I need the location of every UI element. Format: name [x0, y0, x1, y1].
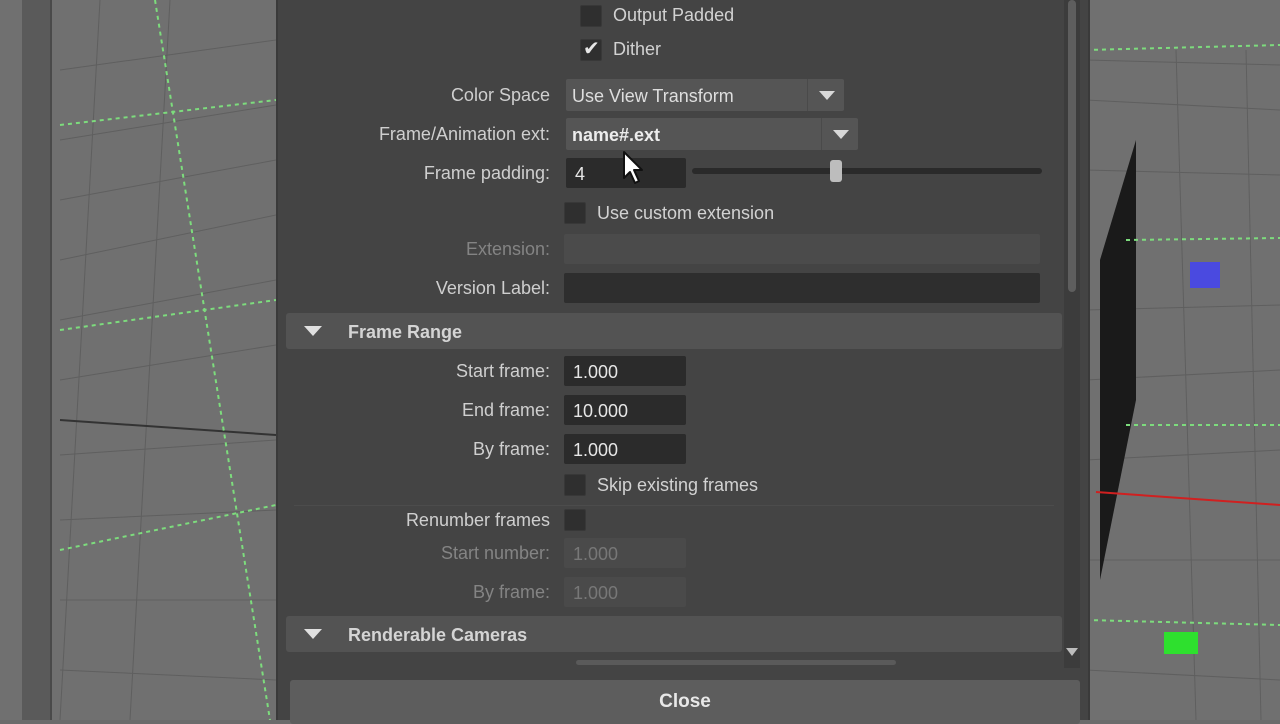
- dither-row: ✔ Dither: [286, 36, 1062, 72]
- scroll-down-icon[interactable]: [1066, 648, 1078, 656]
- start-frame-input[interactable]: 1.000: [564, 356, 686, 386]
- use-custom-extension-checkbox[interactable]: [564, 202, 586, 224]
- renumber-by-frame-label: By frame:: [472, 582, 550, 602]
- version-label-input[interactable]: [564, 273, 1040, 303]
- end-frame-label: End frame:: [461, 400, 550, 420]
- mouse-pointer-icon: [623, 151, 643, 184]
- output-padded-row: Output Padded: [286, 0, 1062, 36]
- viewport-grid-right: [1086, 44, 1280, 720]
- renumber-by-frame-input: 1.000: [564, 577, 686, 607]
- output-padded-checkbox[interactable]: [580, 5, 602, 27]
- end-frame-row: End frame: 10.000: [286, 392, 1062, 428]
- version-label-row: Version Label:: [286, 270, 1062, 306]
- start-number-row: Start number: 1.000: [286, 535, 1062, 571]
- dropdown-arrow-icon: [833, 130, 849, 139]
- vertical-scrollbar[interactable]: [1064, 0, 1080, 668]
- dialog-content: Output Padded ✔ Dither Color Space Use V…: [286, 0, 1062, 668]
- scrollbar-thumb[interactable]: [1068, 0, 1076, 292]
- renumber-frames-label: Renumber frames: [405, 510, 550, 530]
- start-number-label: Start number:: [440, 543, 550, 563]
- frame-animation-ext-dropdown[interactable]: name#.ext: [566, 118, 858, 150]
- frame-range-title: Frame Range: [348, 322, 463, 342]
- start-frame-label: Start frame:: [455, 361, 550, 381]
- render-settings-dialog: Output Padded ✔ Dither Color Space Use V…: [276, 0, 1090, 724]
- frame-padding-slider-handle[interactable]: [829, 160, 842, 182]
- frame-padding-label: Frame padding:: [423, 163, 550, 183]
- skip-existing-frames-row: Skip existing frames: [286, 468, 1062, 504]
- color-space-value: Use View Transform: [572, 86, 734, 106]
- check-mark-icon: ✔: [583, 38, 600, 60]
- renderable-cameras-section-header[interactable]: Renderable Cameras: [286, 616, 1062, 652]
- dither-label: Dither: [613, 39, 662, 59]
- extension-row: Extension:: [286, 231, 1062, 267]
- renderable-cameras-title: Renderable Cameras: [348, 625, 528, 645]
- viewport-frame-bar: [22, 0, 52, 720]
- extension-label: Extension:: [465, 239, 550, 259]
- by-frame-row: By frame: 1.000: [286, 431, 1062, 467]
- viewport-left: [0, 0, 276, 720]
- frame-animation-ext-label: Frame/Animation ext:: [378, 124, 550, 144]
- green-marker-icon: [1164, 632, 1198, 654]
- blue-marker-icon: [1190, 262, 1220, 288]
- start-frame-row: Start frame: 1.000: [286, 353, 1062, 389]
- dither-checkbox[interactable]: ✔: [580, 38, 602, 61]
- viewport-right: [1086, 0, 1280, 720]
- frame-padding-slider-track[interactable]: [692, 168, 1042, 174]
- section-collapse-icon: [304, 326, 322, 336]
- version-label-label: Version Label:: [435, 278, 550, 298]
- section-collapse-icon: [304, 629, 322, 639]
- color-space-dropdown-button[interactable]: [807, 79, 844, 111]
- use-custom-extension-row: Use custom extension: [286, 196, 1062, 232]
- horizontal-scrollbar[interactable]: [576, 660, 896, 665]
- frame-animation-ext-row: Frame/Animation ext: name#.ext: [286, 116, 1062, 152]
- frame-range-section-header[interactable]: Frame Range: [286, 313, 1062, 349]
- renumber-frames-row: Renumber frames: [286, 502, 1062, 538]
- use-custom-extension-label: Use custom extension: [597, 203, 775, 223]
- frame-animation-ext-value: name#.ext: [572, 125, 661, 145]
- renumber-by-frame-row: By frame: 1.000: [286, 574, 1062, 610]
- extension-input: [564, 234, 1040, 264]
- dropdown-arrow-icon: [819, 91, 835, 100]
- renumber-frames-checkbox[interactable]: [564, 509, 586, 531]
- color-space-row: Color Space Use View Transform: [286, 77, 1062, 113]
- by-frame-label: By frame:: [472, 439, 550, 459]
- skip-existing-frames-label: Skip existing frames: [597, 475, 759, 495]
- frame-animation-ext-dropdown-button[interactable]: [821, 118, 858, 150]
- color-space-dropdown[interactable]: Use View Transform: [566, 79, 844, 111]
- frame-padding-row: Frame padding: 4: [286, 155, 1062, 191]
- output-padded-label: Output Padded: [613, 5, 735, 25]
- end-frame-input[interactable]: 10.000: [564, 395, 686, 425]
- by-frame-input[interactable]: 1.000: [564, 434, 686, 464]
- color-space-label: Color Space: [450, 85, 550, 105]
- close-button[interactable]: Close: [290, 680, 1080, 724]
- start-number-input: 1.000: [564, 538, 686, 568]
- skip-existing-frames-checkbox[interactable]: [564, 474, 586, 496]
